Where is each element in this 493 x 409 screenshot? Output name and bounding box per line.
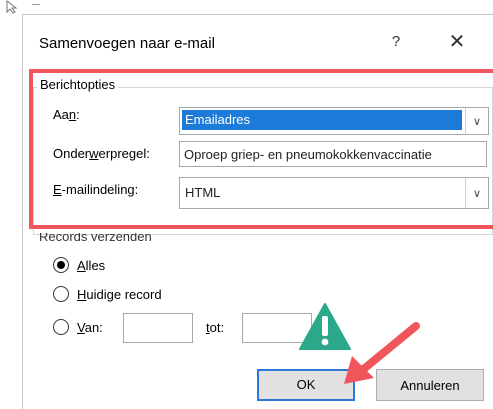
radio-all[interactable]: Alles xyxy=(53,257,105,273)
format-label: E-mailindeling: xyxy=(53,182,139,197)
radio-button[interactable] xyxy=(53,319,69,335)
close-icon: ✕ xyxy=(448,31,466,53)
close-button[interactable]: ✕ xyxy=(441,29,473,55)
help-icon: ? xyxy=(391,33,401,50)
dialog-title: Samenvoegen naar e-mail xyxy=(39,35,215,52)
radio-from-label: Van: xyxy=(77,319,103,335)
radio-button[interactable] xyxy=(53,257,69,273)
arrow-pointer-icon xyxy=(344,322,420,384)
radio-current-label: Huidige record xyxy=(77,286,162,302)
to-record-label: tot: xyxy=(206,320,225,335)
cursor-icon xyxy=(6,0,18,14)
message-options-legend: Berichtopties xyxy=(37,77,119,92)
radio-button[interactable] xyxy=(53,286,69,302)
subject-input[interactable]: Oproep griep- en pneumokokkenvaccinatie xyxy=(179,141,487,167)
chevron-down-icon[interactable]: ∨ xyxy=(465,178,488,208)
radio-all-label: Alles xyxy=(77,257,106,273)
to-label: Aan: xyxy=(53,107,80,122)
subject-label: Onderwerpregel: xyxy=(53,146,150,161)
radio-current-record[interactable]: Huidige record xyxy=(53,286,162,302)
format-select[interactable]: HTML ∨ xyxy=(179,177,489,209)
radio-from[interactable]: Van: xyxy=(53,319,103,335)
background-window-edge xyxy=(32,0,40,5)
to-select[interactable]: Emailadres ∨ xyxy=(179,107,489,135)
from-input[interactable] xyxy=(123,313,193,343)
chevron-down-icon[interactable]: ∨ xyxy=(465,108,488,134)
help-button[interactable]: ? xyxy=(381,29,411,55)
format-select-value: HTML xyxy=(185,185,221,200)
to-select-value: Emailadres xyxy=(182,110,462,130)
